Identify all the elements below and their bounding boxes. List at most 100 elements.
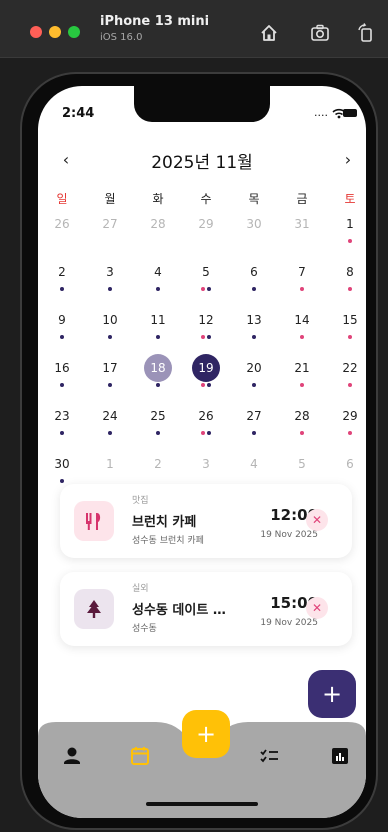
event-dots	[90, 287, 130, 293]
minimize-window-button[interactable]	[49, 26, 61, 38]
event-dots	[186, 335, 226, 341]
event-dots	[90, 383, 130, 389]
profile-icon[interactable]	[58, 742, 86, 770]
prev-month-button[interactable]: ‹	[58, 150, 74, 169]
weekday-label: 일	[56, 192, 68, 206]
day-number: 2	[58, 265, 66, 279]
event-dot	[108, 431, 112, 435]
calendar-day[interactable]: 11	[138, 306, 178, 346]
calendar-day[interactable]: 20	[234, 354, 274, 394]
calendar-day[interactable]: 15	[330, 306, 366, 346]
zoom-window-button[interactable]	[68, 26, 80, 38]
calendar-day[interactable]: 5	[186, 258, 226, 298]
day-number: 12	[198, 313, 214, 327]
calendar-day[interactable]: 29	[330, 402, 366, 442]
calendar-day[interactable]: 13	[234, 306, 274, 346]
event-dot	[60, 431, 64, 435]
calendar-icon[interactable]	[126, 742, 154, 770]
utensils-icon	[86, 513, 101, 530]
screenshot-icon[interactable]	[309, 22, 331, 44]
event-card[interactable]: 맛집 브런치 카페 성수동 브런치 카페 12:00 19 Nov 2025 ✕	[60, 484, 352, 558]
calendar-day[interactable]: 16	[42, 354, 82, 394]
close-window-button[interactable]	[30, 26, 42, 38]
event-location: 성수동 브런치 카페	[132, 536, 204, 546]
day-number: 27	[102, 217, 118, 231]
status-signal: ....	[314, 106, 346, 119]
event-card[interactable]: 실외 성수동 데이트 코스 성수동 15:00 19 Nov 2025 ✕	[60, 572, 352, 646]
delete-event-button[interactable]: ✕	[306, 597, 328, 619]
tree-icon	[87, 600, 101, 618]
calendar-day[interactable]: 2	[42, 258, 82, 298]
cellular-signal: ....	[314, 106, 328, 119]
calendar-day[interactable]: 26	[186, 402, 226, 442]
event-dot	[252, 431, 256, 435]
event-dot	[348, 287, 352, 291]
calendar-day[interactable]: 29	[186, 210, 226, 250]
calendar-day[interactable]: 6	[234, 258, 274, 298]
calendar-day[interactable]: 28	[138, 210, 178, 250]
home-icon[interactable]	[258, 22, 280, 44]
simulator-toolbar: iPhone 13 mini iOS 16.0	[0, 0, 388, 58]
day-number: 27	[246, 409, 262, 423]
status-time: 2:44	[62, 106, 95, 121]
calendar-day[interactable]: 4	[138, 258, 178, 298]
calendar-day[interactable]: 14	[282, 306, 322, 346]
calendar-day[interactable]: 26	[42, 210, 82, 250]
event-category-icon-box	[74, 501, 114, 541]
calendar-day[interactable]: 19	[186, 354, 226, 394]
event-dots	[282, 335, 322, 341]
calendar-day[interactable]: 10	[90, 306, 130, 346]
event-dots	[186, 383, 226, 389]
day-number: 6	[250, 265, 258, 279]
event-dot	[348, 431, 352, 435]
calendar-day[interactable]: 24	[90, 402, 130, 442]
day-number: 3	[106, 265, 114, 279]
stats-icon[interactable]	[326, 742, 354, 770]
calendar-day[interactable]: 8	[330, 258, 366, 298]
event-dot	[348, 335, 352, 339]
event-dots	[186, 287, 226, 293]
day-number: 6	[346, 457, 354, 471]
calendar-day[interactable]: 25	[138, 402, 178, 442]
weekday-label: 목	[248, 192, 260, 206]
calendar-day[interactable]: 27	[90, 210, 130, 250]
calendar-day[interactable]: 18	[138, 354, 178, 394]
event-dot	[156, 335, 160, 339]
event-dots	[186, 431, 226, 437]
calendar-day[interactable]: 7	[282, 258, 322, 298]
day-number: 20	[246, 361, 262, 375]
day-number: 19	[192, 354, 220, 382]
add-event-button[interactable]: +	[308, 670, 356, 718]
calendar-day[interactable]: 17	[90, 354, 130, 394]
delete-event-button[interactable]: ✕	[306, 509, 328, 531]
next-month-button[interactable]: ›	[340, 150, 356, 169]
event-dots	[42, 383, 82, 389]
event-dot	[156, 431, 160, 435]
calendar-day[interactable]: 28	[282, 402, 322, 442]
calendar-day[interactable]: 3	[90, 258, 130, 298]
event-dots	[234, 383, 274, 389]
checklist-icon[interactable]	[256, 742, 284, 770]
day-number: 30	[54, 457, 70, 471]
calendar-day[interactable]: 9	[42, 306, 82, 346]
calendar-day[interactable]: 27	[234, 402, 274, 442]
day-number: 14	[294, 313, 310, 327]
event-dot	[300, 335, 304, 339]
calendar-day[interactable]: 1	[330, 210, 366, 250]
calendar-day[interactable]: 30	[234, 210, 274, 250]
rotate-icon[interactable]	[355, 22, 377, 44]
calendar-day[interactable]: 23	[42, 402, 82, 442]
calendar-day[interactable]: 22	[330, 354, 366, 394]
event-dot	[300, 383, 304, 387]
calendar-day[interactable]: 21	[282, 354, 322, 394]
center-add-button[interactable]: +	[182, 710, 230, 758]
event-dots	[330, 431, 366, 437]
calendar-day[interactable]: 31	[282, 210, 322, 250]
weekday-label: 수	[200, 192, 212, 206]
weekday-label: 월	[104, 192, 116, 206]
day-number: 7	[298, 265, 306, 279]
event-dot	[252, 287, 256, 291]
event-dots	[42, 431, 82, 437]
event-dot	[201, 383, 205, 387]
calendar-day[interactable]: 12	[186, 306, 226, 346]
